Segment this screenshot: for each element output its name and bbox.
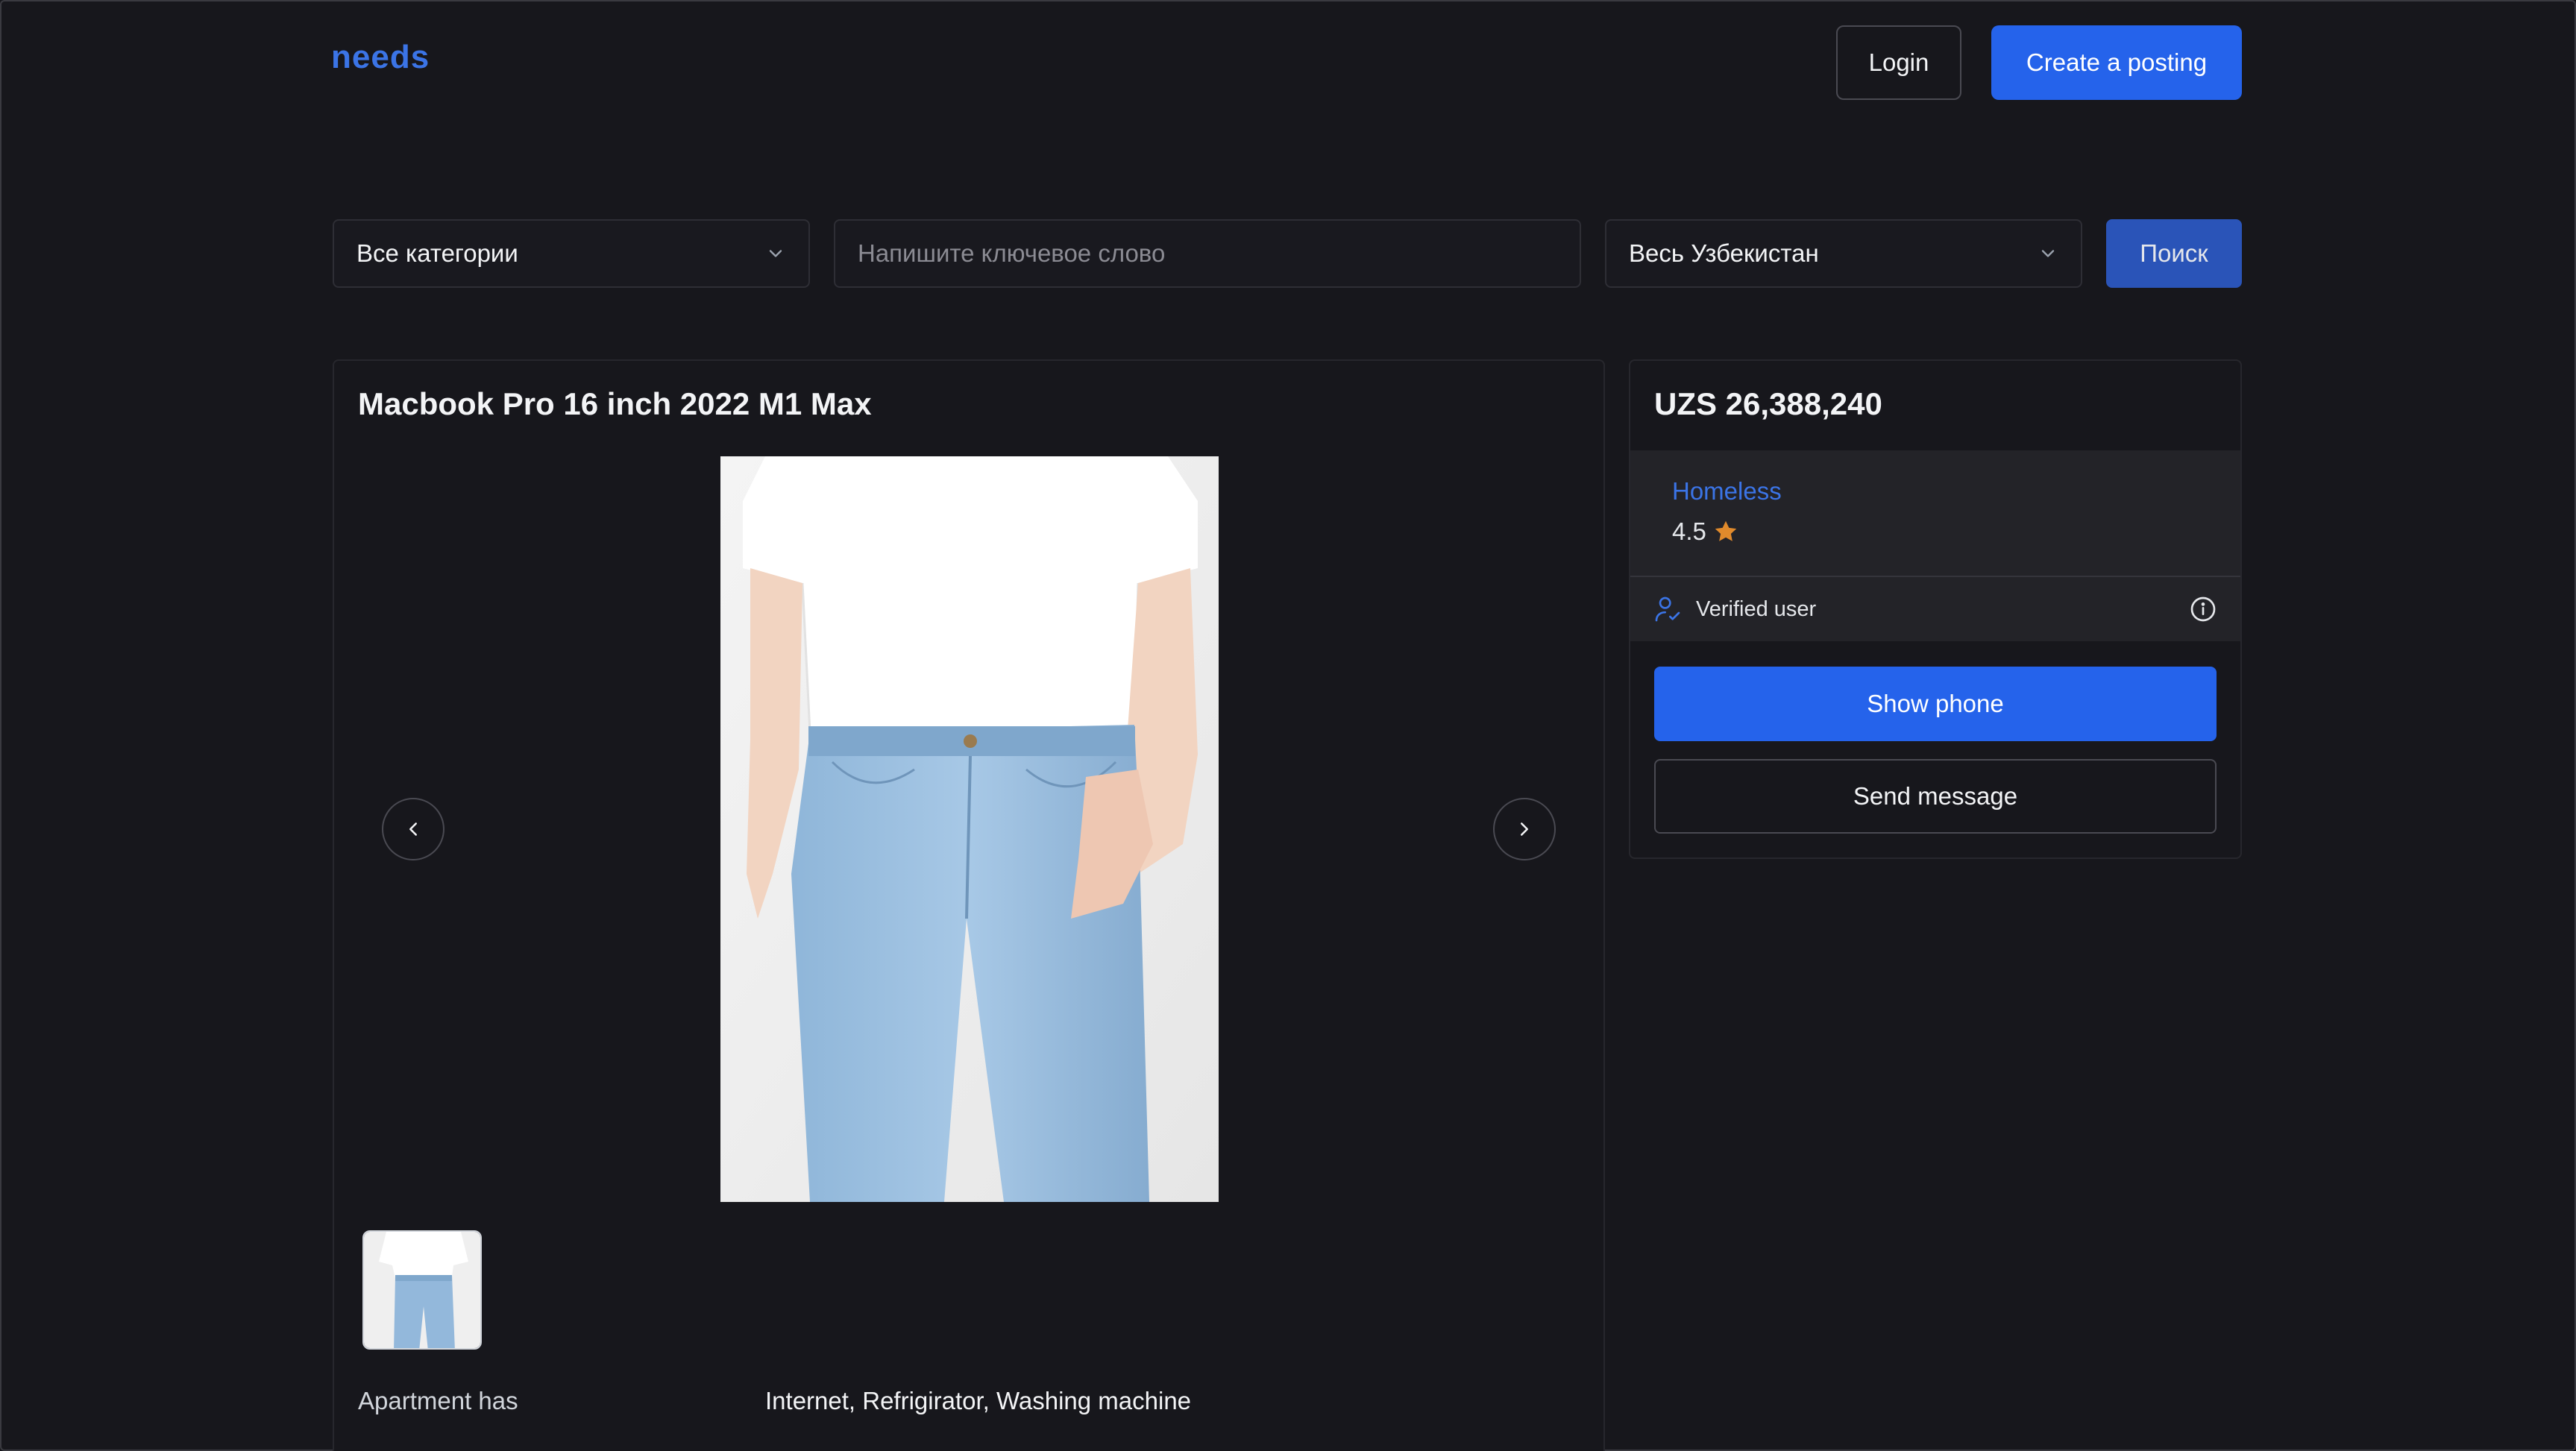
previous-photo-button[interactable] [382, 798, 444, 860]
seller-info [1630, 450, 2240, 576]
chevron-down-icon [2041, 250, 2055, 257]
show-phone-button[interactable]: Show phone [1654, 667, 2217, 741]
login-button[interactable]: Login [1836, 25, 1961, 100]
send-message-button[interactable]: Send message [1654, 759, 2217, 834]
create-posting-button[interactable]: Create a posting [1991, 25, 2242, 100]
keyword-input-placeholder: Напишите ключевое слово [858, 239, 1166, 267]
verified-user-label: Verified user [1696, 597, 1817, 621]
listing-price: UZS 26,388,240 [1654, 386, 1882, 421]
verified-user-row: Verified user [1630, 576, 2240, 641]
keyword-input[interactable]: Напишите ключевое слово [834, 219, 1581, 288]
user-check-icon [1655, 597, 1680, 622]
rating-value: 4.5 [1672, 517, 1706, 545]
listing-title: Macbook Pro 16 inch 2022 M1 Max [358, 386, 872, 421]
search-button[interactable]: Поиск [2106, 219, 2242, 288]
region-select[interactable]: Весь Узбекистан [1605, 219, 2082, 288]
spec-label: Apartment has [358, 1387, 518, 1414]
next-photo-button[interactable] [1493, 798, 1556, 860]
seller-rating: 4.5 [1672, 517, 1739, 546]
chevron-right-icon [1521, 822, 1528, 836]
chevron-left-icon [409, 822, 417, 836]
category-select-value: Все категории [356, 239, 518, 267]
main-photo[interactable] [720, 456, 1219, 1202]
logo[interactable]: needs [331, 39, 430, 76]
seller-name-link[interactable]: Homeless [1672, 477, 1782, 506]
star-icon [1715, 520, 1737, 541]
region-select-value: Весь Узбекистан [1629, 239, 1819, 267]
info-icon[interactable] [2188, 594, 2218, 624]
spec-value: Internet, Refrigirator, Washing machine [765, 1387, 1192, 1414]
chevron-down-icon [769, 250, 782, 257]
category-select[interactable]: Все категории [333, 219, 810, 288]
photo-thumbnail[interactable] [362, 1230, 482, 1350]
